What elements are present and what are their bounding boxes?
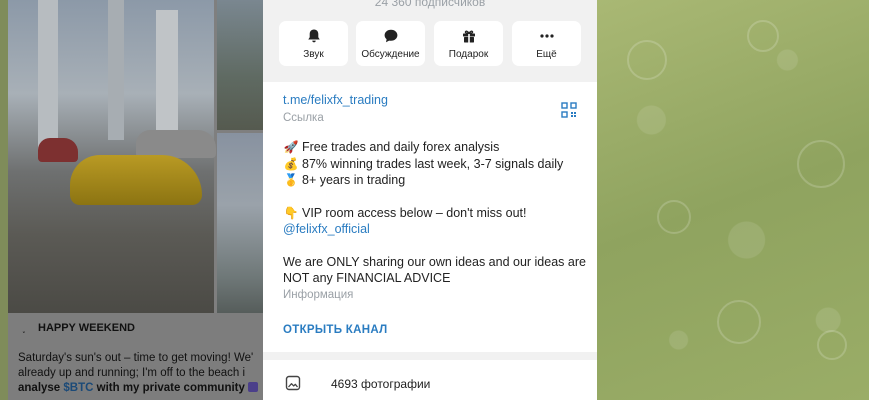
photo-building [108,0,124,140]
photo-building [38,0,58,150]
photo-car-yellow [70,155,202,205]
subscriber-count: 24 360 подписчиков [374,0,486,9]
description-line-2-text: 87% winning trades last week, 3-7 signal… [302,157,564,171]
bell-icon [279,28,348,46]
post-photo-main[interactable] [8,0,216,313]
channel-link[interactable]: t.me/felixfx_trading [283,93,388,107]
money-bag-icon: 💰 [283,157,299,171]
discussion-button[interactable]: Обсуждение [356,21,425,66]
wallpaper-doodle [627,40,667,80]
sound-button-label: Звук [303,49,324,60]
channel-header: 24 360 подписчиков Звук Обсуждение Подар… [263,0,597,82]
photos-count: 4693 фотографии [331,377,431,391]
mention-link[interactable]: @felixfx_official [283,222,370,236]
post-photo-side-top[interactable] [217,0,263,130]
photo-car-red [38,138,78,162]
gold-medal-icon: 🥇 [283,173,299,187]
channel-info-panel: 24 360 подписчиков Звук Обсуждение Подар… [263,0,597,400]
post-title-bullet: ˯ [22,322,26,334]
chat-bubble-icon [356,28,425,46]
disclaimer-line-2: NOT any FINANCIAL ADVICE [283,271,451,285]
description-line-3: 🥇 8+ years in trading [283,173,406,187]
photo-building [156,10,178,130]
gift-icon [434,28,503,46]
qr-code-icon[interactable] [561,102,577,118]
post-text: ˯ HAPPY WEEKEND Saturday's sun's out – t… [8,313,263,400]
open-channel-button[interactable]: ОТКРЫТЬ КАНАЛ [283,324,387,336]
description-vip-text: VIP room access below – don't miss out! [302,206,527,220]
disclaimer-line-1: We are ONLY sharing our own ideas and ou… [283,255,586,269]
section-divider [263,352,597,360]
post-line-3: analyse $BTC with my private community [18,381,259,396]
discussion-button-label: Обсуждение [361,49,420,60]
btc-ticker-link[interactable]: $BTC [63,382,93,394]
wallpaper-doodle [717,300,761,344]
wallpaper-doodle [657,200,691,234]
info-caption: Информация [283,289,354,301]
wallpaper-doodle [797,140,845,188]
photos-media-row[interactable]: 4693 фотографии [263,368,597,400]
post-line-3-end: with my private community [93,382,245,394]
custom-emoji-icon [248,382,259,392]
sound-button[interactable]: Звук [279,21,348,66]
description-line-3-text: 8+ years in trading [302,173,406,187]
post-photo-side-bottom[interactable] [217,133,263,313]
gift-button[interactable]: Подарок [434,21,503,66]
description-line-1-text: Free trades and daily forex analysis [302,140,500,154]
photo-car-white [136,130,216,158]
rocket-icon: 🚀 [283,140,299,154]
description-vip-line: 👇 VIP room access below – don't miss out! [283,206,527,220]
wallpaper-doodle [817,330,847,360]
pointing-down-icon: 👇 [283,206,299,220]
post-line-3-start: analyse [18,382,64,394]
post-line-2: already up and running; I'm off to the b… [18,367,246,379]
more-button-label: Ещё [536,49,557,60]
description-line-1: 🚀 Free trades and daily forex analysis [283,140,500,154]
wallpaper-doodle [747,20,779,52]
post-title: HAPPY WEEKEND [38,322,135,334]
more-dots-icon [512,28,581,46]
chat-wallpaper [597,0,869,400]
post-line-1: Saturday's sun's out – time to get movin… [18,352,254,364]
link-caption: Ссылка [283,112,324,124]
more-button[interactable]: Ещё [512,21,581,66]
chat-area: ˯ HAPPY WEEKEND Saturday's sun's out – t… [0,0,263,400]
gift-button-label: Подарок [448,49,489,60]
description-line-2: 💰 87% winning trades last week, 3-7 signa… [283,157,564,171]
photo-icon [285,375,301,391]
